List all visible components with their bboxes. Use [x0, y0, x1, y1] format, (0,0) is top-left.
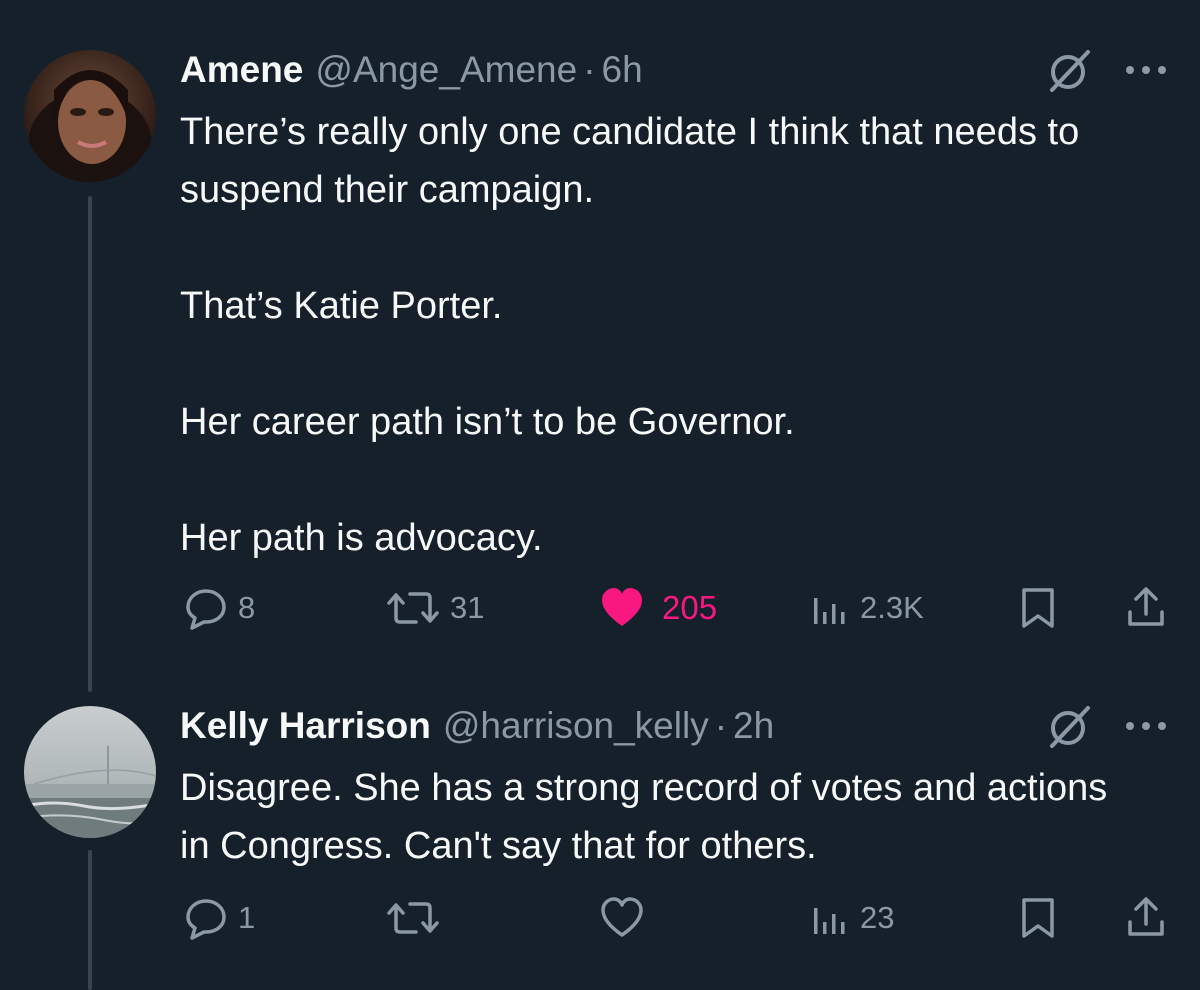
separator: · [583, 49, 596, 90]
heart-filled-icon [602, 588, 642, 626]
tweet-paragraph: Disagree. She has a strong record of vot… [180, 767, 1108, 867]
avatar[interactable] [24, 50, 156, 182]
tweet-paragraph: Her career path isn’t to be Governor. [180, 401, 795, 443]
tweet-actions: 8 31 205 2.3K [180, 578, 1170, 638]
header-icons [1046, 702, 1170, 750]
tweet-text: Disagree. She has a strong record of vot… [180, 759, 1120, 875]
repost-button[interactable]: 31 [386, 578, 484, 638]
tweet-paragraph: That’s Katie Porter. [180, 285, 503, 327]
share-icon [1128, 897, 1164, 936]
tweet-paragraph: There’s really only one candidate I thin… [180, 111, 1080, 211]
repost-count: 31 [450, 590, 485, 625]
thread-line [88, 850, 92, 990]
share-icon [1128, 587, 1164, 626]
like-button[interactable] [600, 888, 654, 948]
repost-icon [387, 592, 439, 624]
avatar[interactable] [24, 706, 156, 838]
tweet-actions: 1 23 [180, 888, 1170, 948]
display-name[interactable]: Kelly Harrison [180, 705, 431, 747]
reply-icon [186, 589, 226, 630]
more-icon[interactable] [1122, 60, 1170, 80]
share-button[interactable] [1126, 888, 1166, 948]
views-count: 23 [860, 900, 895, 935]
display-name[interactable]: Amene [180, 49, 303, 91]
tweet-header: Amene @Ange_Amene · 6h [180, 44, 1170, 96]
like-count: 205 [662, 589, 718, 626]
grok-icon[interactable] [1046, 702, 1094, 750]
bookmark-icon [1022, 898, 1054, 938]
views-button[interactable]: 23 [810, 888, 894, 948]
views-icon [814, 598, 845, 624]
tweet-header: Kelly Harrison @harrison_kelly · 2h [180, 700, 1170, 752]
reply-icon [186, 899, 226, 940]
bookmark-button[interactable] [1018, 888, 1058, 948]
reply-count: 1 [238, 900, 256, 935]
tweet-kelly-harrison[interactable]: Kelly Harrison @harrison_kelly · 2h Disa… [0, 690, 1200, 990]
bookmark-icon [1022, 588, 1054, 628]
like-button[interactable]: 205 [600, 578, 717, 638]
thread-line [88, 196, 92, 692]
grok-icon[interactable] [1046, 46, 1094, 94]
header-icons [1046, 46, 1170, 94]
views-icon [814, 908, 845, 934]
tweet-text: There’s really only one candidate I thin… [180, 103, 1140, 567]
more-icon[interactable] [1122, 716, 1170, 736]
tweet-paragraph: Her path is advocacy. [180, 517, 543, 559]
views-button[interactable]: 2.3K [810, 578, 924, 638]
repost-icon [387, 902, 439, 934]
repost-button[interactable] [386, 888, 450, 948]
user-handle[interactable]: @Ange_Amene [315, 49, 577, 91]
bookmark-button[interactable] [1018, 578, 1058, 638]
timestamp[interactable]: 6h [602, 49, 643, 91]
heart-icon [601, 897, 643, 937]
tweet-amene[interactable]: Amene @Ange_Amene · 6h There’s really on… [0, 0, 1200, 692]
reply-count: 8 [238, 590, 256, 625]
user-handle[interactable]: @harrison_kelly [443, 705, 709, 747]
share-button[interactable] [1126, 578, 1166, 638]
reply-button[interactable]: 8 [184, 578, 255, 638]
timestamp[interactable]: 2h [733, 705, 774, 747]
views-count: 2.3K [860, 590, 924, 625]
reply-button[interactable]: 1 [184, 888, 255, 948]
separator: · [714, 705, 728, 746]
